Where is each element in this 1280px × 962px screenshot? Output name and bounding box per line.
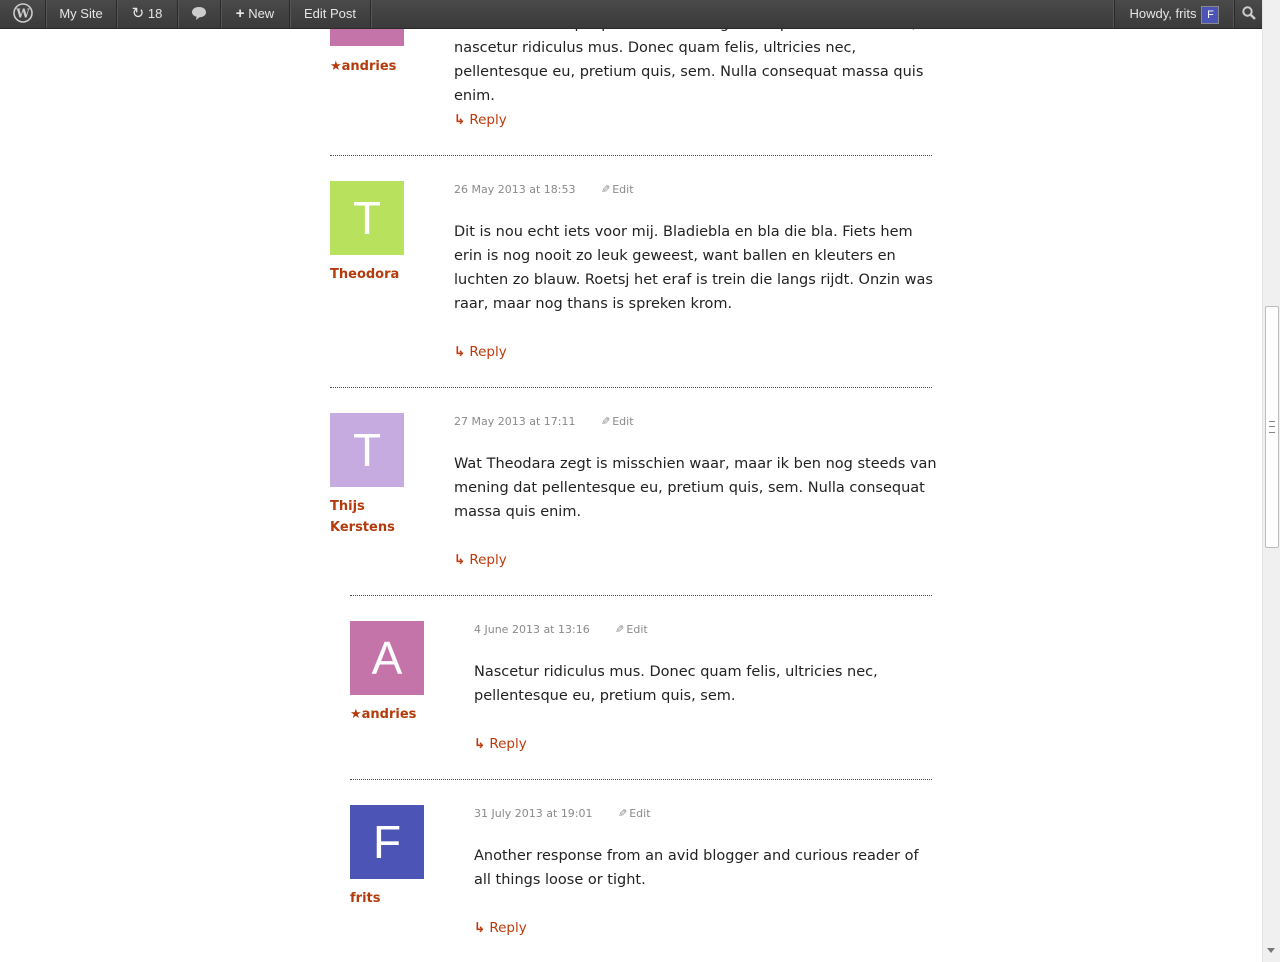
my-site-label: My Site [59,6,103,21]
new-label: New [248,6,275,21]
comment-author[interactable]: Thijs Kerstens [330,496,400,538]
edit-link[interactable]: ✎ Edit [618,807,651,820]
comments-menu[interactable] [178,0,221,28]
svg-text:W: W [15,7,30,21]
my-account-menu[interactable]: Howdy, frits F [1114,0,1234,28]
avatar: T [330,413,404,487]
comment-author[interactable]: ★andries [350,704,430,725]
comment-meta: 27 May 2013 at 17:11 ✎ Edit [454,415,634,428]
comment-date[interactable]: 4 June 2013 at 13:16 [474,623,590,636]
comment-author[interactable]: frits [350,888,430,909]
pencil-icon: ✎ [615,623,625,636]
avatar: T [330,181,404,255]
admin-bar: W My Site ↻ 18 + New Edit Post Howdy, fr… [0,0,1262,29]
comment-text: Dit is nou echt iets voor mij. Bladiebla… [454,224,933,312]
star-icon: ★ [350,707,362,722]
my-site-menu[interactable]: My Site [46,0,117,28]
edit-link[interactable]: ✎ Edit [601,415,634,428]
comment-text: Another response from an avid blogger an… [474,848,919,888]
comment-author[interactable]: ★andries [330,56,410,77]
comment-meta: 26 May 2013 at 18:53 ✎ Edit [454,183,634,196]
scrollbar-thumb[interactable] [1265,306,1279,548]
comment-meta: 4 June 2013 at 13:16 ✎ Edit [474,623,648,636]
edit-link[interactable]: ✎ Edit [615,623,648,636]
star-icon: ★ [330,59,342,74]
search-toggle[interactable] [1234,0,1263,28]
comment-bubble-icon [192,7,206,21]
reply-link[interactable]: ↳ Reply [454,112,507,128]
new-content-menu[interactable]: + New [221,0,290,28]
reply-icon: ↳ [474,736,486,752]
reply-link[interactable]: ↳ Reply [474,736,527,752]
reply-icon: ↳ [474,920,486,936]
updates-count: 18 [147,6,163,21]
avatar: A [350,621,424,695]
comment-author[interactable]: Theodora [330,264,410,285]
avatar: F [350,805,424,879]
reply-link[interactable]: ↳ Reply [454,552,507,568]
edit-post-label: Edit Post [303,6,357,21]
reply-icon: ↳ [454,552,466,568]
howdy-label: Howdy, frits [1129,6,1197,21]
comment-date[interactable]: 27 May 2013 at 17:11 [454,415,575,428]
pencil-icon: ✎ [600,183,611,196]
search-icon [1242,6,1256,20]
edit-link[interactable]: ✎ Edit [601,183,634,196]
plus-icon: + [235,5,245,22]
comment-meta: 31 July 2013 at 19:01 ✎ Edit [474,807,651,820]
pencil-icon: ✎ [600,415,611,428]
refresh-icon: ↻ [131,5,145,22]
comment-text: Nascetur ridiculus mus. Donec quam felis… [474,664,878,704]
edit-post-link[interactable]: Edit Post [290,0,371,28]
comment-separator [350,595,932,596]
comment-separator [330,387,932,388]
comment-text: Wat Theodara zegt is misschien waar, maa… [454,456,937,520]
scroll-down-arrow-icon[interactable] [1267,948,1275,953]
comment-separator [330,155,932,156]
reply-link[interactable]: ↳ Reply [454,344,507,360]
reply-link[interactable]: ↳ Reply [474,920,527,936]
comment-date[interactable]: 26 May 2013 at 18:53 [454,183,575,196]
reply-icon: ↳ [454,344,466,360]
grip-icon [1269,421,1275,433]
wordpress-logo-icon[interactable]: W [0,0,46,28]
pencil-icon: ✎ [618,807,628,820]
vertical-scrollbar[interactable] [1262,0,1280,962]
updates-menu[interactable]: ↻ 18 [117,0,178,28]
account-avatar: F [1201,5,1220,24]
reply-icon: ↳ [454,112,466,128]
comment-separator [350,779,932,780]
comment-date[interactable]: 31 July 2013 at 19:01 [474,807,593,820]
